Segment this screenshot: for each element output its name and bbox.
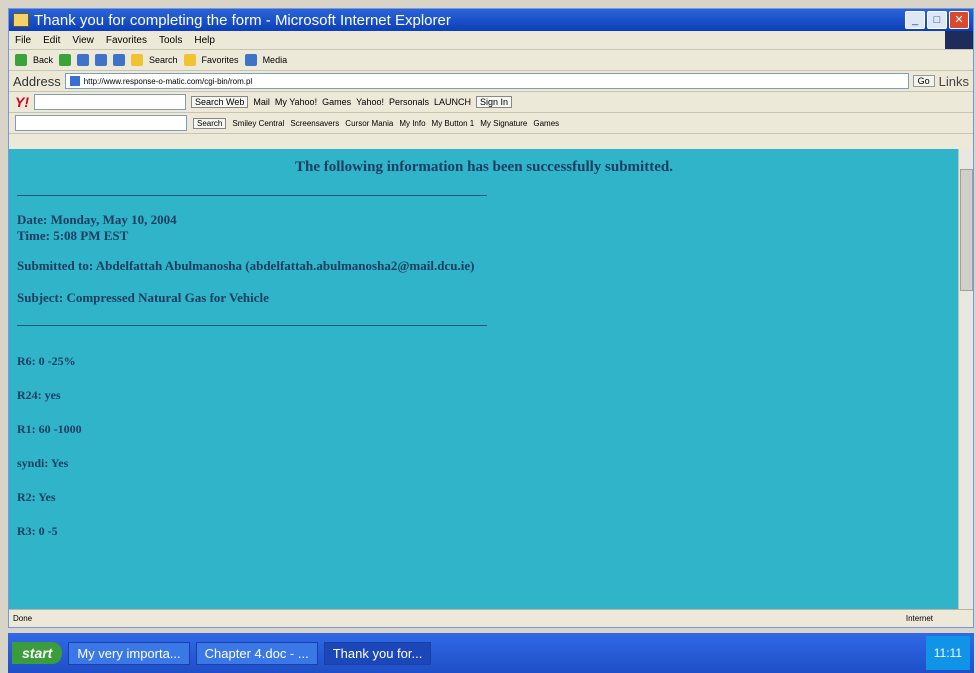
close-button[interactable]: ✕	[949, 11, 969, 29]
submission-time: Time: 5:08 PM EST	[17, 228, 129, 243]
my-button-1[interactable]: My Button 1	[432, 119, 475, 128]
stop-icon[interactable]	[77, 54, 90, 66]
screensavers-button[interactable]: Screensavers	[290, 119, 339, 128]
menu-help[interactable]: Help	[194, 35, 215, 46]
ie-icon	[13, 13, 29, 27]
address-url: http://www.response-o-matic.com/cgi-bin/…	[83, 76, 253, 86]
search-icon[interactable]	[131, 54, 144, 66]
browser-window: Thank you for completing the form - Micr…	[8, 8, 974, 628]
page-icon	[69, 76, 80, 86]
yahoo-my-yahoo[interactable]: My Yahoo!	[275, 97, 317, 107]
answer-r6: R6: 0 -25%	[17, 354, 76, 368]
menu-file[interactable]: File	[15, 35, 31, 46]
start-button[interactable]: start	[12, 642, 63, 664]
submitted-to: Submitted to: Abdelfattah Abulmanosha (a…	[17, 258, 475, 273]
toolbar-search-input[interactable]	[15, 115, 187, 131]
status-text: Done	[13, 614, 33, 623]
taskbar-button-word[interactable]: Chapter 4.doc - ...	[195, 641, 318, 665]
minimize-button[interactable]: _	[905, 11, 925, 29]
security-zone: Internet	[905, 614, 933, 623]
refresh-icon[interactable]	[95, 54, 108, 66]
answer-syndi: syndi: Yes	[17, 456, 69, 470]
page-content: The following information has been succe…	[9, 149, 959, 619]
status-bar: Done Internet	[9, 609, 973, 627]
scrollbar-thumb[interactable]	[960, 169, 973, 291]
divider	[17, 195, 487, 196]
windows-logo-icon	[945, 31, 973, 49]
answer-r1: R1: 60 -1000	[17, 422, 82, 436]
my-info-button[interactable]: My Info	[399, 119, 425, 128]
smiley-central-button[interactable]: Smiley Central	[232, 119, 284, 128]
cursor-mania-button[interactable]: Cursor Mania	[345, 119, 393, 128]
menu-bar: File Edit View Favorites Tools Help	[9, 31, 973, 50]
search-web-button[interactable]: Search Web	[191, 96, 249, 108]
back-icon[interactable]	[15, 54, 27, 66]
my-signature-button[interactable]: My Signature	[480, 119, 527, 128]
media-button[interactable]: Media	[263, 55, 288, 65]
clock: 11:11	[933, 646, 962, 660]
yahoo-launch[interactable]: LAUNCH	[434, 97, 471, 107]
media-icon[interactable]	[244, 54, 257, 66]
webshots-toolbar: Search Smiley Central Screensavers Curso…	[9, 113, 973, 134]
window-controls: _ □ ✕	[905, 11, 969, 29]
favorites-button[interactable]: Favorites	[202, 55, 239, 65]
divider	[17, 325, 487, 326]
taskbar-button-ie[interactable]: Thank you for...	[323, 641, 432, 665]
address-input[interactable]: http://www.response-o-matic.com/cgi-bin/…	[64, 73, 909, 89]
yahoo-search-input[interactable]	[34, 94, 186, 110]
sign-in-button[interactable]: Sign In	[476, 96, 513, 108]
yahoo-personals[interactable]: Personals	[389, 97, 429, 107]
answers-list: R6: 0 -25% R24: yes R1: 60 -1000 syndi: …	[17, 354, 959, 558]
yahoo-yahoo[interactable]: Yahoo!	[356, 97, 384, 107]
window-title: Thank you for completing the form - Micr…	[34, 11, 451, 29]
back-button[interactable]: Back	[33, 55, 53, 65]
toolbar-search-button[interactable]: Search	[193, 117, 227, 129]
submission-subject: Subject: Compressed Natural Gas for Vehi…	[17, 290, 269, 305]
yahoo-mail[interactable]: Mail	[253, 97, 270, 107]
favorites-icon[interactable]	[183, 54, 196, 66]
yahoo-games[interactable]: Games	[322, 97, 351, 107]
title-bar: Thank you for completing the form - Micr…	[9, 9, 973, 31]
submission-date: Date: Monday, May 10, 2004	[17, 212, 177, 227]
search-button[interactable]: Search	[149, 55, 178, 65]
links-button[interactable]: Links	[939, 74, 969, 89]
system-tray: 11:11	[925, 636, 970, 670]
home-icon[interactable]	[113, 54, 126, 66]
maximize-button[interactable]: □	[927, 11, 947, 29]
go-button[interactable]: Go	[912, 75, 935, 87]
vertical-scrollbar[interactable]	[958, 149, 973, 619]
answer-r2: R2: Yes	[17, 490, 56, 504]
address-label: Address	[13, 73, 61, 89]
games-button[interactable]: Games	[533, 119, 559, 128]
taskbar: start My very importa... Chapter 4.doc -…	[8, 633, 974, 673]
standard-toolbar: Back Search Favorites Media	[9, 50, 973, 71]
yahoo-logo-icon: Y!	[15, 94, 29, 110]
page-headline: The following information has been succe…	[295, 159, 673, 175]
menu-tools[interactable]: Tools	[159, 35, 182, 46]
answer-r24: R24: yes	[17, 388, 61, 402]
answer-r3: R3: 0 -5	[17, 524, 58, 538]
menu-favorites[interactable]: Favorites	[106, 35, 147, 46]
menu-edit[interactable]: Edit	[43, 35, 60, 46]
yahoo-toolbar: Y! Search Web Mail My Yahoo! Games Yahoo…	[9, 92, 973, 113]
menu-view[interactable]: View	[72, 35, 94, 46]
address-bar: Address http://www.response-o-matic.com/…	[9, 71, 973, 92]
forward-icon[interactable]	[59, 54, 72, 66]
submission-timestamp: Date: Monday, May 10, 2004 Time: 5:08 PM…	[17, 212, 959, 244]
taskbar-button-folder[interactable]: My very importa...	[68, 641, 190, 665]
